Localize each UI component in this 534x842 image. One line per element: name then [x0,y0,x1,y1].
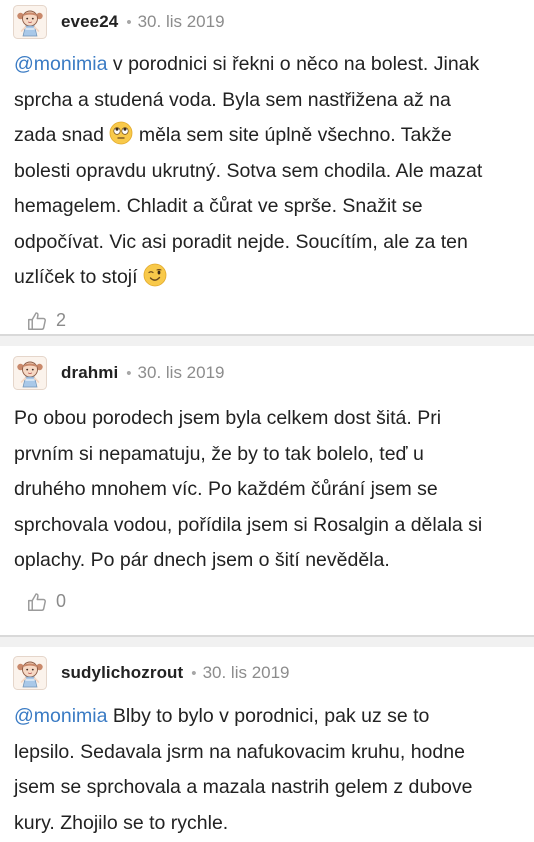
comment-divider [0,334,534,346]
comment-date: 30. lis 2019 [137,12,225,31]
baby-avatar-icon [13,356,47,390]
avatar[interactable] [13,356,47,390]
comment-text: @monimia v porodnici si řekni o něco na … [14,53,483,288]
comment-date: 30. lis 2019 [202,663,290,682]
comment-feed: evee24 • 30. lis 2019 @monimia v porodni… [0,0,534,841]
comment-header: evee24 • 30. lis 2019 [14,0,520,44]
like-count: 0 [56,591,67,611]
avatar[interactable] [13,5,47,39]
meta-separator: • [126,364,132,382]
username[interactable]: evee24 [61,12,118,32]
like-bar: 0 [26,587,520,617]
comment-text: Po obou porodech jsem byla celkem dost š… [14,407,483,571]
username[interactable]: drahmi [61,363,118,383]
avatar[interactable] [13,656,47,690]
winking-face-emoji [143,263,167,287]
rolling-eyes-emoji [109,121,133,145]
like-bar: 2 [26,306,520,336]
comment-divider [0,635,534,647]
comment-date: 30. lis 2019 [137,363,225,382]
baby-avatar-icon [13,656,47,690]
thumbs-up-icon[interactable] [26,591,48,613]
comment-item: sudylichozrout • 30. lis 2019 @monimia B… [0,651,534,841]
comment-header: drahmi • 30. lis 2019 [14,351,520,395]
comment-header: sudylichozrout • 30. lis 2019 [14,651,520,695]
comment-item: evee24 • 30. lis 2019 @monimia v porodni… [0,0,534,334]
comment-item: drahmi • 30. lis 2019 Po obou porodech j… [0,351,534,635]
user-mention[interactable]: @monimia [14,53,107,75]
meta-separator: • [191,664,197,682]
user-mention[interactable]: @monimia [14,705,107,727]
comment-text: @monimia Blby to bylo v porodnici, pak u… [14,705,473,834]
like-count: 2 [56,310,67,330]
meta-separator: • [126,13,132,31]
thumbs-up-icon[interactable] [26,310,48,332]
baby-avatar-icon [13,5,47,39]
username[interactable]: sudylichozrout [61,663,183,683]
